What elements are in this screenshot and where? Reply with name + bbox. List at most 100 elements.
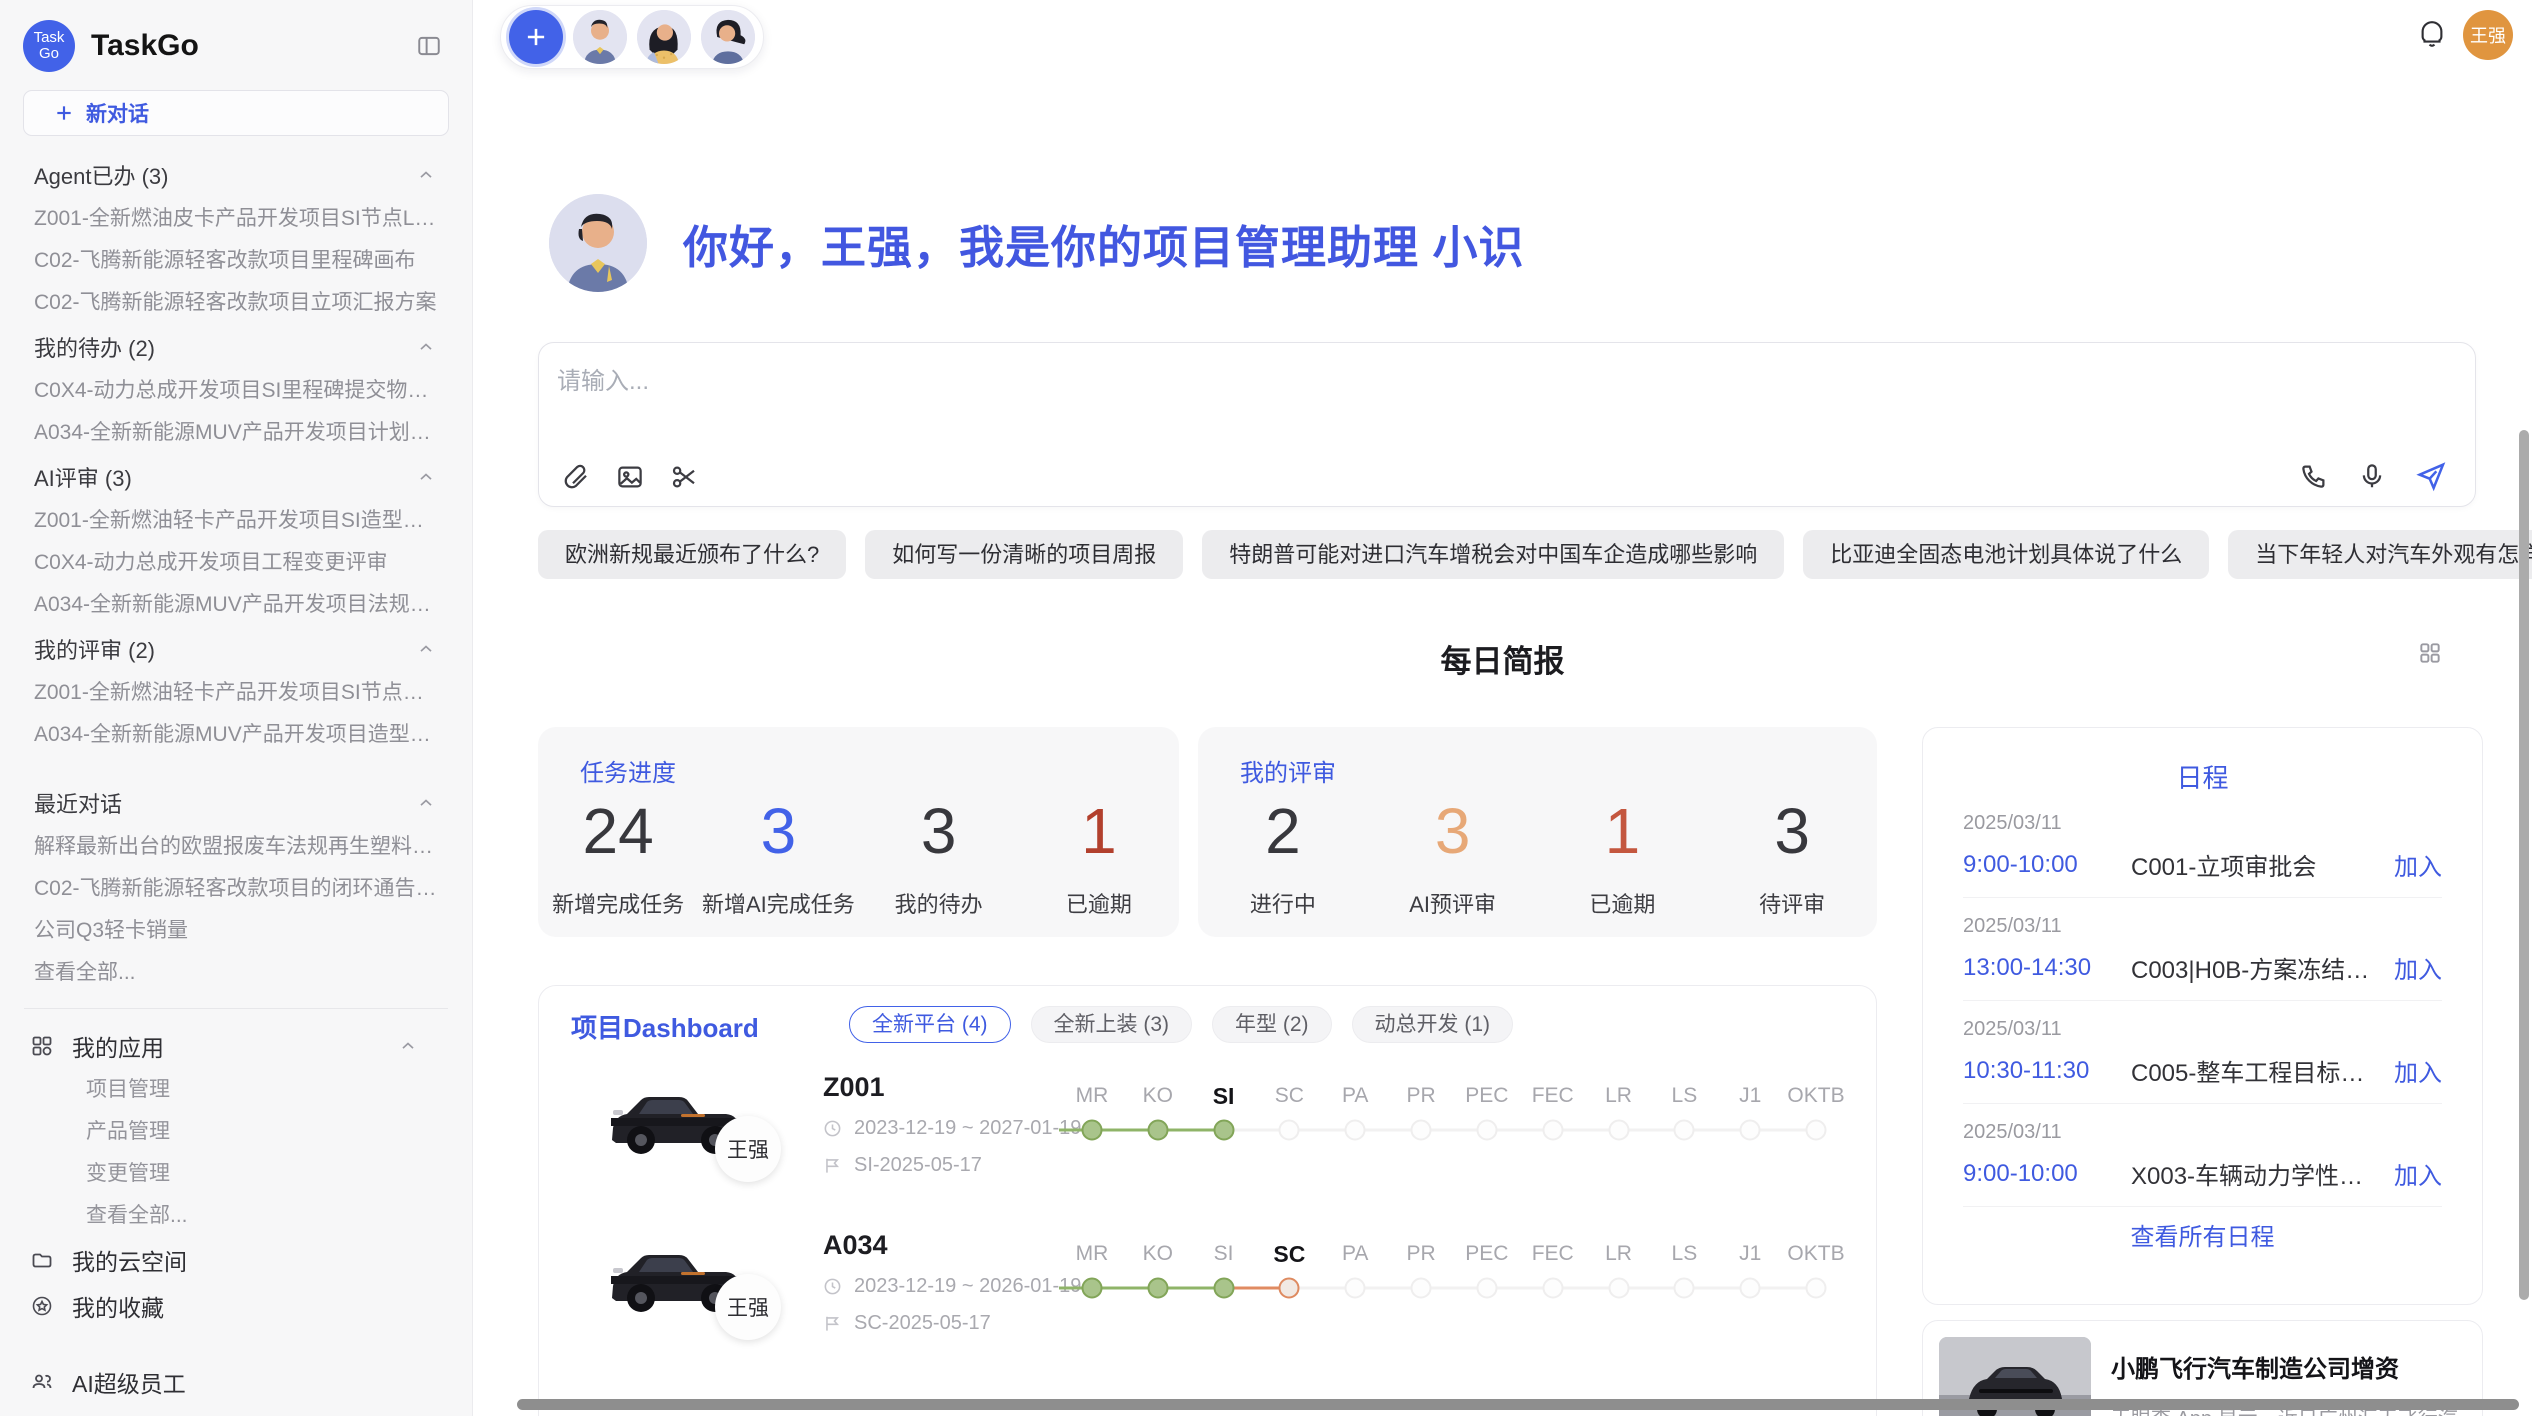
tab-new-body[interactable]: 全新上装 (3) xyxy=(1031,1006,1193,1043)
event-time: 9:00-10:00 xyxy=(1963,1160,2131,1188)
milestone-dot xyxy=(1454,1116,1520,1144)
milestone-label: OKTB xyxy=(1787,1078,1844,1114)
chevron-up-icon xyxy=(416,165,436,185)
join-link[interactable]: 加入 xyxy=(2394,847,2442,882)
sidebar-item[interactable]: C0X4-动力总成开发项目SI里程碑提交物检查 xyxy=(0,370,472,412)
sidebar-item-ai-super-staff[interactable]: AI超级员工 xyxy=(0,1359,472,1405)
sidebar-item[interactable]: Z001-全新燃油轻卡产品开发项目SI节点属性5D文件评审 xyxy=(0,672,472,714)
sidebar-app-project-mgmt[interactable]: 项目管理 xyxy=(0,1069,472,1111)
milestone-label: LR xyxy=(1605,1078,1632,1114)
milestone-dot xyxy=(1125,1274,1191,1302)
milestone: SC xyxy=(1256,1078,1322,1144)
section-agent-done[interactable]: Agent已办 (3) xyxy=(0,152,472,198)
milestone-label: PA xyxy=(1342,1078,1368,1114)
tab-new-platform[interactable]: 全新平台 (4) xyxy=(849,1006,1011,1043)
composer-right-tools xyxy=(2299,460,2447,492)
chevron-up-icon xyxy=(416,639,436,659)
section-my-todo[interactable]: 我的待办 (2) xyxy=(0,324,472,370)
sidebar-item[interactable]: 公司Q3轻卡销量 xyxy=(0,910,472,952)
milestone-dot xyxy=(1586,1116,1652,1144)
event-date: 2025/03/11 xyxy=(1963,812,2442,835)
layout-grid-icon[interactable] xyxy=(2417,640,2443,666)
milestone-dot xyxy=(1191,1274,1257,1302)
card-title: 任务进度 xyxy=(580,753,676,788)
paperclip-icon[interactable] xyxy=(561,462,591,492)
add-agent-button[interactable] xyxy=(509,10,563,64)
logo-text-top: Task xyxy=(34,30,65,46)
new-chat-button[interactable]: 新对话 xyxy=(23,90,449,136)
milestone-dot xyxy=(1125,1116,1191,1144)
send-icon[interactable] xyxy=(2415,460,2447,492)
image-icon[interactable] xyxy=(615,462,645,492)
sidebar-item-cloud-space[interactable]: 我的云空间 xyxy=(0,1237,472,1283)
suggestion-chip[interactable]: 特朗普可能对进口汽车增税会对中国车企造成哪些影响 xyxy=(1202,530,1784,579)
project-row[interactable] xyxy=(563,1378,1854,1416)
suggestion-chip[interactable]: 当下年轻人对汽车外观有怎样的喜好趋势 xyxy=(2228,530,2532,579)
project-row[interactable]: 王强 A034 2023-12-19 ~ 2026-01-19 SC-2025-… xyxy=(563,1220,1854,1372)
project-code: Z001 xyxy=(823,1072,1081,1103)
tab-powertrain[interactable]: 动总开发 (1) xyxy=(1352,1006,1514,1043)
sidebar-item[interactable]: Z001-全新燃油轻卡产品开发项目SI造型提交物评审 xyxy=(0,500,472,542)
sidebar-item[interactable]: Z001-全新燃油皮卡产品开发项目SI节点Lesson Learn报告 xyxy=(0,198,472,240)
project-row[interactable]: 王强 Z001 2023-12-19 ~ 2027-01-19 SI-2025-… xyxy=(563,1062,1854,1214)
suggestion-chip[interactable]: 如何写一份清晰的项目周报 xyxy=(865,530,1183,579)
phone-icon[interactable] xyxy=(2299,461,2329,491)
sidebar-divider xyxy=(24,1008,448,1009)
section-ai-review[interactable]: AI评审 (3) xyxy=(0,454,472,500)
bell-icon[interactable] xyxy=(2417,19,2447,49)
milestone: LR xyxy=(1586,1236,1652,1302)
sidebar-item[interactable]: C02-飞腾新能源轻客改款项目的闭环通告反馈情况 xyxy=(0,868,472,910)
avatar[interactable] xyxy=(701,10,755,64)
milestone-label: PEC xyxy=(1465,1078,1508,1114)
milestone: PR xyxy=(1388,1078,1454,1144)
section-recent-chats[interactable]: 最近对话 xyxy=(0,780,472,826)
schedule-title: 日程 xyxy=(1963,758,2442,795)
sidebar-item-view-all[interactable]: 查看全部... xyxy=(0,952,472,994)
milestone: LS xyxy=(1651,1236,1717,1302)
top-agent-bar xyxy=(500,5,764,69)
sidebar-item[interactable]: A034-全新新能源MUV产品开发项目造型可行性评审 xyxy=(0,714,472,756)
event-time: 10:30-11:30 xyxy=(1963,1057,2131,1085)
join-link[interactable]: 加入 xyxy=(2394,950,2442,985)
folder-icon xyxy=(30,1248,54,1272)
milestone-dot xyxy=(1783,1116,1849,1144)
greeting: 你好，王强，我是你的项目管理助理 小识 xyxy=(549,194,1525,292)
view-all-schedule-link[interactable]: 查看所有日程 xyxy=(1963,1217,2442,1252)
sidebar-item[interactable]: C02-飞腾新能源轻客改款项目立项汇报方案 xyxy=(0,282,472,324)
sidebar-scroll: Agent已办 (3) Z001-全新燃油皮卡产品开发项目SI节点Lesson … xyxy=(0,146,472,1416)
sidebar-item-favorites[interactable]: 我的收藏 xyxy=(0,1283,472,1329)
milestone-label: FEC xyxy=(1532,1236,1574,1272)
stat-value: 1 xyxy=(1538,789,1708,873)
horizontal-scrollbar[interactable] xyxy=(517,1399,2519,1410)
stat-value: 3 xyxy=(1707,789,1877,873)
tab-model-year[interactable]: 年型 (2) xyxy=(1212,1006,1332,1043)
sidebar-item[interactable]: C0X4-动力总成开发项目工程变更评审 xyxy=(0,542,472,584)
sidebar-item-help-me-write[interactable]: 帮我写作 xyxy=(0,1405,472,1416)
sidebar-item[interactable]: C02-飞腾新能源轻客改款项目里程碑画布 xyxy=(0,240,472,282)
sidebar-item-my-apps[interactable]: 我的应用 xyxy=(0,1023,472,1069)
join-link[interactable]: 加入 xyxy=(2394,1053,2442,1088)
milestone: SI xyxy=(1191,1078,1257,1144)
sidebar-item[interactable]: 解释最新出台的欧盟报废车法规再生塑料比例被调至15%... xyxy=(0,826,472,868)
sidebar-item[interactable]: A034-全新新能源MUV产品开发项目计划变更表编写 xyxy=(0,412,472,454)
project-milestone-date: SC-2025-05-17 xyxy=(823,1312,1081,1335)
section-my-review[interactable]: 我的评审 (2) xyxy=(0,626,472,672)
avatar[interactable] xyxy=(573,10,627,64)
milestone-dot xyxy=(1717,1116,1783,1144)
mic-icon[interactable] xyxy=(2357,461,2387,491)
scissors-icon[interactable] xyxy=(669,462,699,492)
avatar[interactable] xyxy=(637,10,691,64)
suggestion-chip[interactable]: 欧洲新规最近颁布了什么? xyxy=(538,530,846,579)
project-dates: 2023-12-19 ~ 2027-01-19 xyxy=(823,1117,1081,1140)
user-avatar[interactable]: 王强 xyxy=(2463,10,2513,60)
sidebar-item[interactable]: A034-全新新能源MUV产品开发项目法规符合性评审 xyxy=(0,584,472,626)
join-link[interactable]: 加入 xyxy=(2394,1156,2442,1191)
panel-collapse-icon[interactable] xyxy=(416,33,442,59)
sidebar-app-product-mgmt[interactable]: 产品管理 xyxy=(0,1111,472,1153)
suggestion-chip[interactable]: 比亚迪全固态电池计划具体说了什么 xyxy=(1803,530,2209,579)
vertical-scrollbar[interactable] xyxy=(2519,430,2529,1300)
chat-input[interactable] xyxy=(557,359,2157,405)
event-name: C005-整车工程目标评审 xyxy=(2131,1053,2380,1088)
sidebar-app-change-mgmt[interactable]: 变更管理 xyxy=(0,1153,472,1195)
sidebar-app-view-all[interactable]: 查看全部... xyxy=(0,1195,472,1237)
